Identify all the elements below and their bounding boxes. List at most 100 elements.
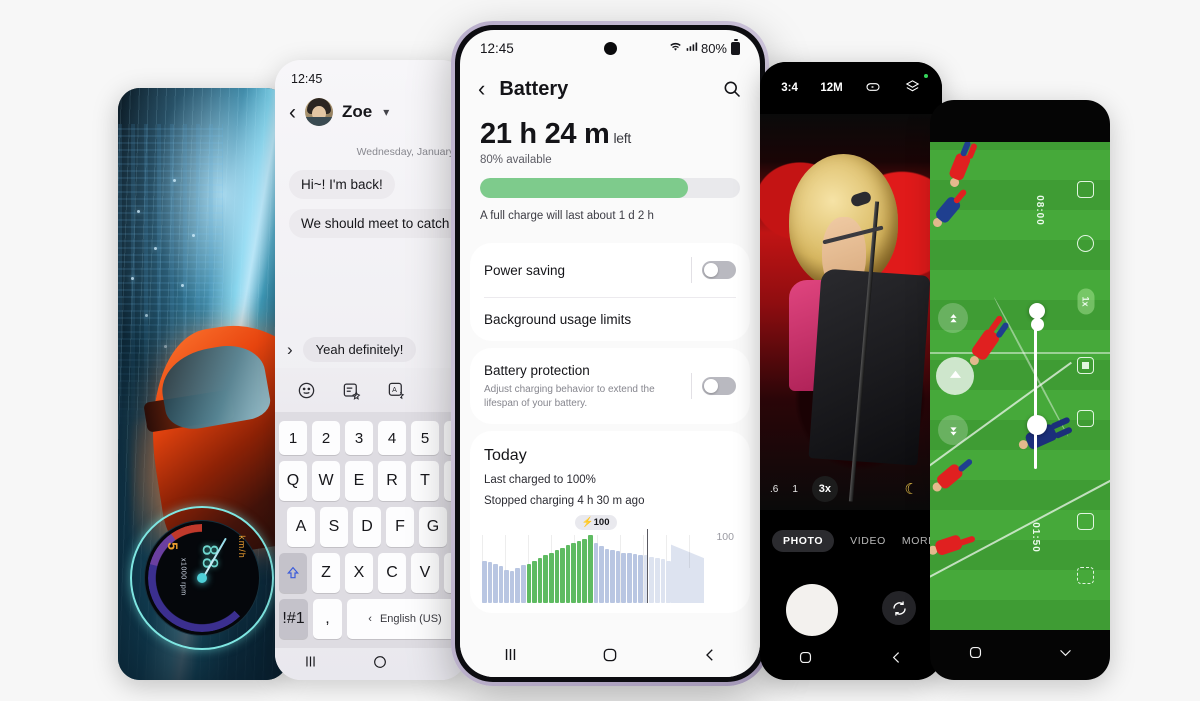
chevron-down-icon[interactable]: ▾ [383,105,389,119]
zoom-option-wide[interactable]: .6 [770,484,778,495]
focus-icon[interactable] [1077,566,1094,584]
battery-settings-phone[interactable]: 12:45 80% ‹ Battery 21 h 24 m left 80% a… [451,21,769,686]
screenshot-icon[interactable] [1077,181,1094,199]
available-percent: 80% available [480,154,552,166]
space-prev-language-icon[interactable]: ‹ [368,613,372,625]
key[interactable]: 5 [411,421,439,455]
key[interactable]: F [386,507,414,547]
record-stop-icon[interactable] [1077,356,1094,374]
recents-icon[interactable] [302,653,319,675]
charging-bolt-icon: ⚡ [581,517,594,528]
moon-icon[interactable]: ☾ [905,480,918,498]
home-icon[interactable] [372,654,388,675]
search-icon[interactable] [722,79,742,99]
key[interactable]: Z [312,553,340,593]
dpad-up-outline[interactable] [938,303,968,334]
suggestion-chip[interactable]: Yeah definitely! [302,337,417,362]
speedometer-widget[interactable]: 5 88 km/h x1000 rpm [126,502,278,654]
status-bar-icons: 80% [669,39,740,56]
camera-viewfinder[interactable] [760,114,942,510]
resolution-label[interactable]: 12M [820,82,842,94]
zoom-slider-knob[interactable] [1031,317,1045,331]
key[interactable]: 1 [279,421,307,455]
key[interactable]: X [345,553,373,593]
message-bubble[interactable]: Hi~! I'm back! [289,170,395,199]
space-key[interactable]: ‹ English (US) [347,599,463,639]
overlay-icon[interactable] [1077,512,1094,530]
key[interactable]: 3 [345,421,373,455]
shutter-button[interactable] [786,584,838,636]
key[interactable]: E [345,461,373,501]
time-remaining: 21 h 24 m left [480,118,740,151]
battery-summary: 21 h 24 m left 80% available A full charg… [460,106,760,236]
key[interactable]: A [287,507,315,547]
sticker-icon[interactable] [342,381,361,400]
battery-history-chart[interactable]: ⚡100 100 [482,515,738,603]
car-wallpaper-phone[interactable]: 5 88 km/h x1000 rpm 1st / 5th [118,88,288,680]
navigation-bar [275,648,467,680]
key[interactable]: 4 [378,421,406,455]
page-title: Battery [499,77,569,100]
translate-icon[interactable]: A [387,381,406,400]
chart-bar [504,570,509,603]
row-background-usage-limits[interactable]: Background usage limits [470,298,750,341]
mode-video[interactable]: VIDEO [850,535,886,547]
expand-icon[interactable] [1077,410,1094,428]
key[interactable]: G [419,507,447,547]
messages-phone[interactable]: 12:45 ‹ Zoe ▾ Wednesday, January 1 Hi~! … [275,60,467,680]
battery-settings-card: Power saving Background usage limits [470,243,750,341]
back-icon[interactable] [888,649,905,671]
home-icon[interactable] [601,646,619,669]
comma-key[interactable]: , [313,599,342,639]
key[interactable]: W [312,461,340,501]
row-power-saving[interactable]: Power saving [470,243,750,297]
keyboard-row-1: Q W E R T Y [275,458,467,504]
back-arrow-icon[interactable]: ‹ [289,102,296,123]
power-saving-toggle[interactable] [702,261,736,279]
key[interactable]: R [378,461,406,501]
message-bubble[interactable]: We should meet to catch up [289,209,467,238]
zoom-slider-track[interactable] [1034,322,1038,469]
mode-photo[interactable]: PHOTO [772,530,835,552]
chart-bar [654,558,660,603]
key[interactable]: D [353,507,381,547]
football-pitch[interactable]: 08:00 01:50 1x [930,142,1110,630]
aspect-ratio-label[interactable]: 3:4 [781,82,798,94]
keyboard-toolbar: A [275,368,467,412]
filters-icon[interactable] [904,78,921,98]
chevron-down-icon[interactable] [1057,644,1074,666]
symbols-key[interactable]: !#1 [279,599,308,639]
key[interactable]: 2 [312,421,340,455]
key[interactable]: C [378,553,406,593]
game-recording-phone[interactable]: 08:00 01:50 1x [930,100,1110,680]
key[interactable]: T [411,461,439,501]
key[interactable]: Q [279,461,307,501]
on-screen-keyboard[interactable]: 1 2 3 4 5 6 Q W E R T Y A S [275,412,467,648]
zoom-option-3x[interactable]: 3x [811,476,838,502]
key[interactable]: S [320,507,348,547]
peak-value: 100 [593,517,610,528]
status-bar-time: 12:45 [291,72,323,86]
expand-suggestions-icon[interactable]: › [287,340,293,360]
back-icon[interactable] [701,646,719,669]
motion-photo-icon[interactable] [865,79,881,98]
back-arrow-icon[interactable]: ‹ [478,76,485,102]
chart-bar [526,563,532,603]
key[interactable]: V [411,553,439,593]
home-icon[interactable] [797,649,814,671]
home-icon[interactable] [967,644,984,666]
emoji-icon[interactable] [297,381,316,400]
keyboard-row-4: !#1 , ‹ English (US) [275,596,467,642]
battery-protection-toggle[interactable] [702,377,736,395]
shift-key-icon[interactable] [279,553,307,593]
row-battery-protection[interactable]: Battery protection Adjust charging behav… [470,348,750,424]
keyboard-number-row: 1 2 3 4 5 6 [275,418,467,458]
dpad-up-filled[interactable] [936,356,974,395]
rotate-icon[interactable] [1077,234,1094,252]
zoom-option-1x[interactable]: 1 [792,484,798,495]
flip-camera-icon[interactable] [882,591,916,625]
avatar[interactable] [305,98,333,126]
recents-icon[interactable] [501,645,520,669]
zoom-label[interactable]: 1x [1077,288,1095,315]
camera-phone[interactable]: 3:4 12M .6 1 3x ☾ PHOTO VIDEO MORE [760,62,942,680]
